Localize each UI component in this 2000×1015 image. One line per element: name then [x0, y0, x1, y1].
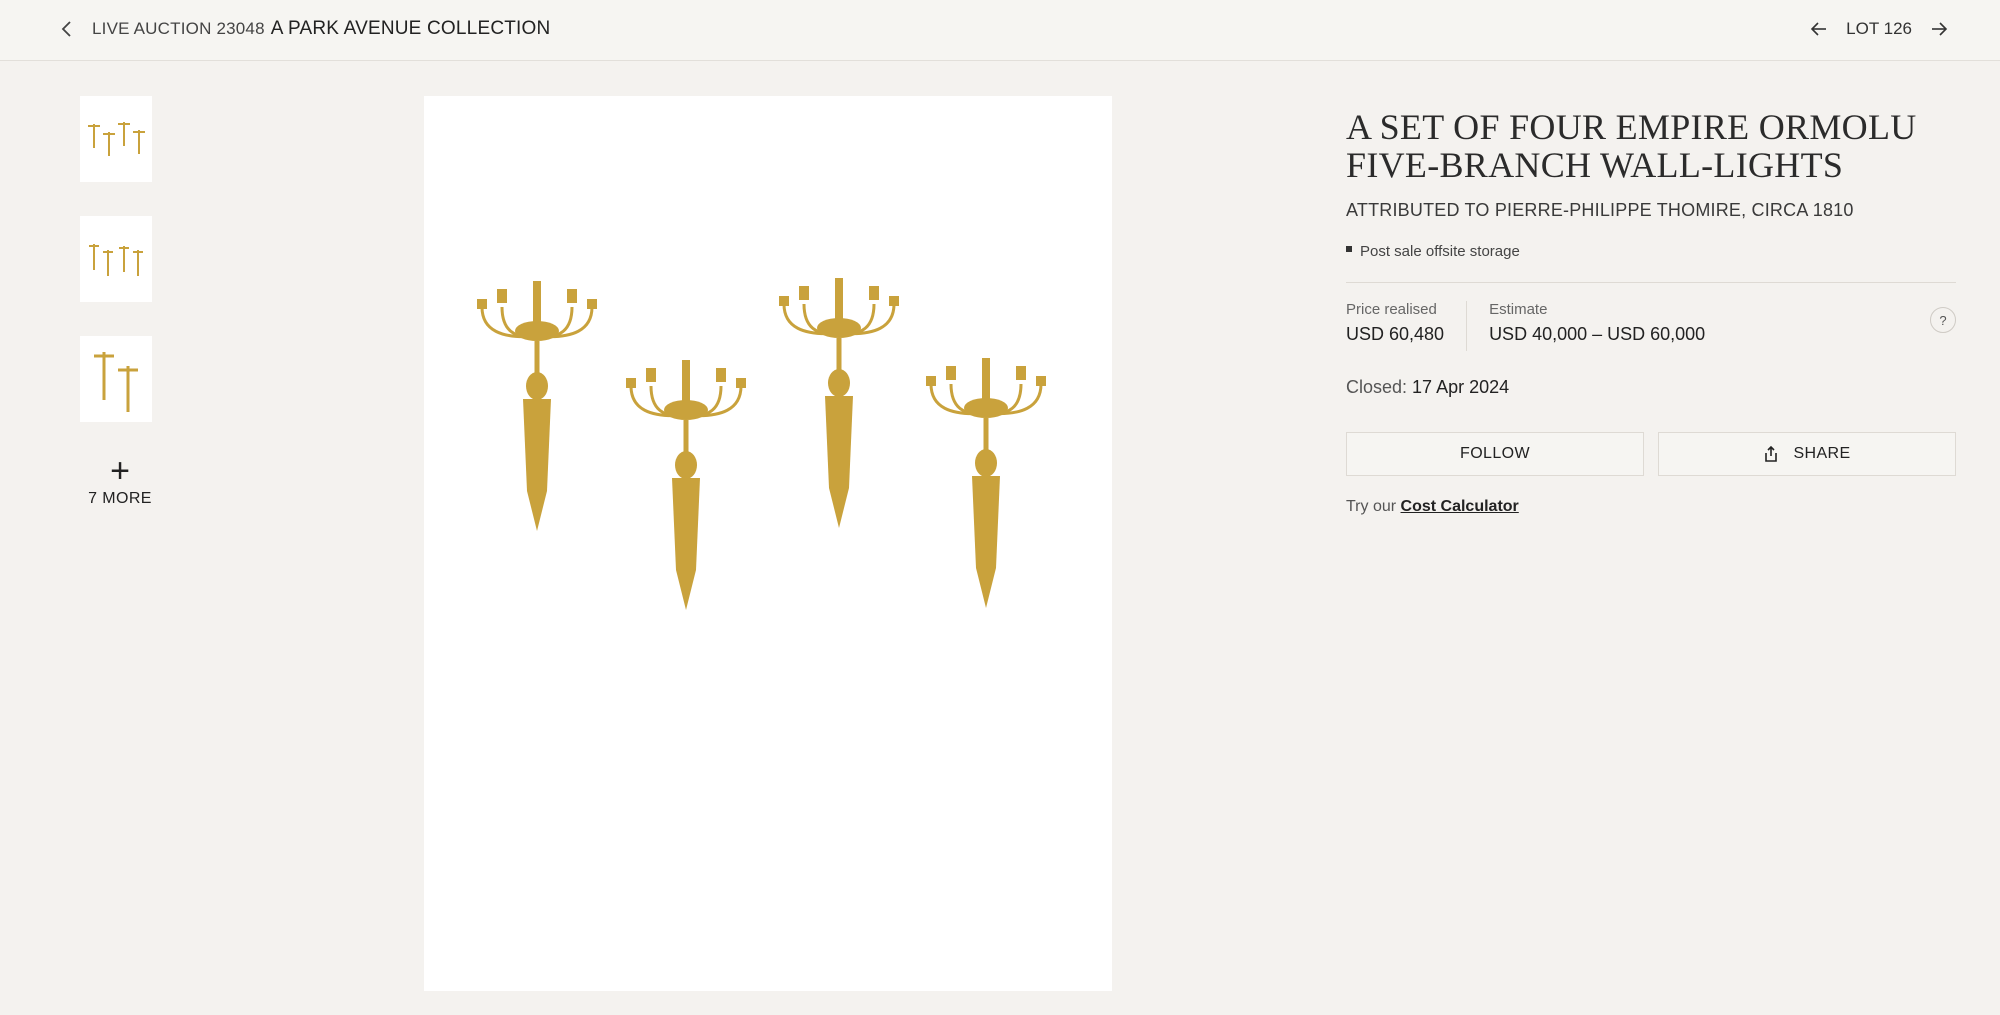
help-icon[interactable]: ?: [1930, 307, 1956, 333]
share-button[interactable]: SHARE: [1658, 432, 1956, 476]
lot-subtitle: ATTRIBUTED TO PIERRE-PHILIPPE THOMIRE, C…: [1346, 200, 1854, 220]
more-images-button[interactable]: + 7 MORE: [75, 452, 165, 508]
estimate-label: Estimate: [1489, 301, 1548, 318]
lot-details: A SET OF FOUR EMPIRE ORMOLU FIVE-BRANCH …: [1346, 108, 1956, 516]
wall-lights-thumbnail-image: [89, 244, 143, 276]
thumbnail-list: + 7 MORE: [80, 96, 170, 508]
share-icon: [1765, 445, 1778, 462]
wall-light: [926, 358, 1046, 608]
follow-button[interactable]: FOLLOW: [1346, 432, 1644, 476]
action-buttons: FOLLOW SHARE: [1346, 432, 1956, 476]
back-to-auction-link[interactable]: LIVE AUCTION 23048 A PARK AVENUE COLLECT…: [60, 18, 550, 40]
divider: [1346, 282, 1956, 283]
price-realised: Price realised USD 60,480: [1346, 301, 1466, 351]
arrow-right-icon[interactable]: [1928, 18, 1950, 40]
lot-navigation: LOT 126: [1808, 18, 1950, 40]
price-section: Price realised USD 60,480 Estimate USD 4…: [1346, 301, 1956, 351]
sale-title: A PARK AVENUE COLLECTION: [270, 18, 551, 39]
arrow-left-icon[interactable]: [1808, 18, 1830, 40]
cost-calculator-line: Try our Cost Calculator: [1346, 498, 1956, 516]
lot-title: A SET OF FOUR EMPIRE ORMOLU FIVE-BRANCH …: [1346, 107, 1917, 185]
cost-calculator-link[interactable]: Cost Calculator: [1401, 498, 1519, 515]
wall-light: [779, 278, 899, 528]
price-realised-label: Price realised: [1346, 301, 1437, 318]
thumbnail-3[interactable]: [80, 336, 152, 422]
chevron-left-icon: [61, 21, 71, 37]
price-realised-value: USD 60,480: [1346, 324, 1445, 344]
plus-icon: +: [110, 452, 130, 490]
storage-note-text: Post sale offsite storage: [1360, 243, 1520, 260]
estimate: Estimate USD 40,000 – USD 60,000: [1466, 301, 1727, 351]
auction-number: LIVE AUCTION 23048: [92, 19, 265, 38]
wall-lights-pair-thumbnail-image: [94, 352, 138, 412]
more-images-label: 7 MORE: [88, 490, 152, 507]
thumbnail-1[interactable]: [80, 96, 152, 182]
wall-light: [626, 360, 746, 610]
storage-note: Post sale offsite storage: [1346, 243, 1956, 260]
wall-lights-thumbnail-image: [88, 122, 145, 156]
top-bar: LIVE AUCTION 23048 A PARK AVENUE COLLECT…: [0, 0, 2000, 61]
cost-calculator-prefix: Try our: [1346, 498, 1397, 515]
thumbnail-2[interactable]: [80, 216, 152, 302]
share-button-label: SHARE: [1793, 445, 1851, 462]
main-lot-image[interactable]: [424, 96, 1112, 991]
closed-label: Closed:: [1346, 377, 1408, 397]
closed-date: 17 Apr 2024: [1412, 377, 1510, 397]
lot-number: LOT 126: [1846, 19, 1912, 38]
wall-light: [477, 281, 597, 531]
wall-lights-image: [477, 278, 1046, 610]
closed-info: Closed: 17 Apr 2024: [1346, 377, 1956, 398]
bullet-icon: [1346, 245, 1352, 252]
estimate-value: USD 40,000 – USD 60,000: [1489, 324, 1706, 344]
follow-button-label: FOLLOW: [1460, 445, 1530, 462]
